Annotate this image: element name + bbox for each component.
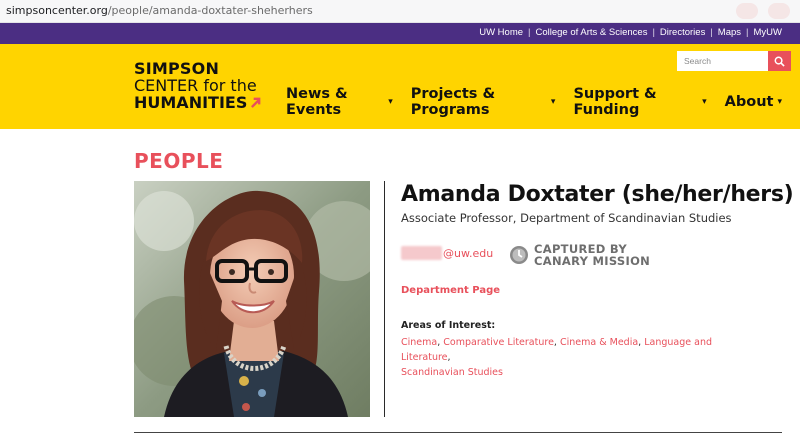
area-link[interactable]: Comparative Literature <box>443 337 554 348</box>
list-separator: , <box>447 352 451 363</box>
url-text[interactable]: simpsoncenter.org/people/amanda-doxtater… <box>6 4 313 17</box>
uw-top-bar: UW Home | College of Arts & Sciences | D… <box>0 23 800 44</box>
page-title: PEOPLE <box>134 149 224 173</box>
area-link[interactable]: Cinema & Media <box>560 337 638 348</box>
nav-label: About <box>724 94 774 110</box>
logo-line-3-text: HUMANITIES <box>134 93 248 112</box>
divider: | <box>710 27 713 38</box>
profile-position: Associate Professor, Department of Scand… <box>401 211 732 225</box>
caret-down-icon: ▾ <box>777 97 783 107</box>
captured-text: CAPTURED BY CANARY MISSION <box>534 243 650 267</box>
browser-toolbar-icon[interactable] <box>768 3 790 19</box>
divider: | <box>746 27 749 38</box>
email-link[interactable]: @uw.edu <box>401 246 493 260</box>
college-arts-sciences-link[interactable]: College of Arts & Sciences <box>536 27 648 38</box>
clock-icon <box>510 246 528 264</box>
nav-support-funding[interactable]: Support & Funding ▾ <box>573 86 706 118</box>
areas-of-interest-label: Areas of Interest: <box>401 320 496 331</box>
portrait-image <box>134 181 370 417</box>
redacted-email-username <box>401 246 442 260</box>
divider: | <box>652 27 655 38</box>
nav-about[interactable]: About ▾ <box>725 86 782 118</box>
logo-line-2: CENTER for the <box>134 76 257 95</box>
profile-name: Amanda Doxtater (she/her/hers) <box>401 182 794 207</box>
captured-by-canary-mission-badge: CAPTURED BY CANARY MISSION <box>509 243 650 267</box>
caret-down-icon: ▾ <box>550 97 556 107</box>
search-box <box>677 51 791 71</box>
nav-label: Projects & Programs <box>410 86 496 118</box>
profile-photo <box>134 181 370 417</box>
captured-line-2: CANARY MISSION <box>534 254 651 268</box>
area-link[interactable]: Scandinavian Studies <box>401 367 503 378</box>
nav-label: Support & Funding <box>573 86 657 118</box>
main-nav: News & Events ▾ Projects & Programs ▾ Supp… <box>286 86 800 118</box>
caret-down-icon: ▾ <box>388 97 393 107</box>
arrow-up-right-icon <box>251 97 261 108</box>
search-input[interactable] <box>677 51 768 71</box>
search-button[interactable] <box>768 51 791 71</box>
myuw-link[interactable]: MyUW <box>754 27 783 38</box>
search-icon <box>774 56 785 67</box>
uw-home-link[interactable]: UW Home <box>479 27 523 38</box>
logo-line-3: HUMANITIES <box>134 94 261 111</box>
browser-url-bar[interactable]: simpsoncenter.org/people/amanda-doxtater… <box>0 0 800 23</box>
maps-link[interactable]: Maps <box>718 27 741 38</box>
browser-toolbar-icon[interactable] <box>736 3 758 19</box>
vertical-divider <box>384 181 385 417</box>
nav-label: News & Events <box>286 86 348 118</box>
department-page-link[interactable]: Department Page <box>401 285 500 296</box>
directories-link[interactable]: Directories <box>660 27 705 38</box>
areas-of-interest-list: Cinema, Comparative Literature, Cinema &… <box>401 335 731 380</box>
nav-news-events[interactable]: News & Events ▾ <box>286 86 393 118</box>
simpson-center-logo[interactable]: SIMPSON CENTER for the HUMANITIES <box>134 60 261 111</box>
uw-links: UW Home | College of Arts & Sciences | D… <box>479 27 782 38</box>
area-link[interactable]: Cinema <box>401 337 437 348</box>
logo-line-1: SIMPSON <box>134 59 220 78</box>
email-domain: @uw.edu <box>443 246 494 260</box>
divider: | <box>528 27 531 38</box>
horizontal-rule <box>134 432 782 433</box>
nav-projects-programs[interactable]: Projects & Programs ▾ <box>411 86 556 118</box>
caret-down-icon: ▾ <box>702 97 707 107</box>
site-header: SIMPSON CENTER for the HUMANITIES News &… <box>0 44 800 129</box>
